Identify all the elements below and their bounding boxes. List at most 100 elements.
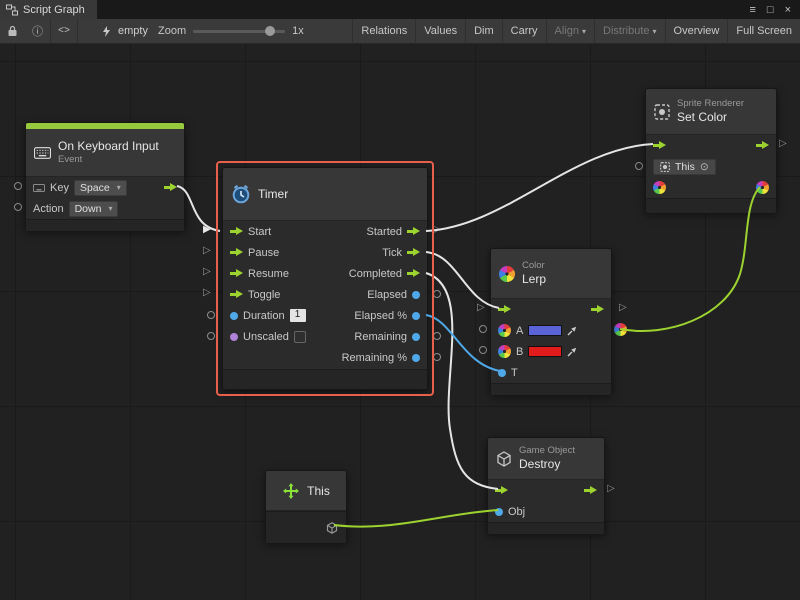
a-label: A [516,325,523,337]
flow-input-arrow-icon[interactable] [653,141,666,150]
obj-label: Obj [508,506,525,518]
color-input-port[interactable] [498,324,511,337]
window-menu-icon[interactable]: ≡ [749,4,755,16]
node-on-keyboard-input[interactable]: On Keyboard Input Event Key Space▾ Actio… [25,122,185,230]
port-lerp-b-input[interactable] [479,346,487,354]
port-key-input[interactable] [14,182,22,190]
port-action-input[interactable] [14,203,22,211]
node-header: On Keyboard Input Event [26,129,184,177]
value-input-port[interactable] [495,508,503,516]
key-dropdown[interactable]: Space▾ [74,180,127,196]
target-field[interactable]: This ⊙ [653,159,716,175]
node-this[interactable]: This [265,470,347,542]
color-port[interactable] [756,181,769,194]
info-icon[interactable]: ⓘ [25,19,50,44]
flow-input-arrow-icon[interactable] [230,248,243,257]
port-toggle-input[interactable]: ▷ [203,288,211,298]
flow-input-arrow-icon[interactable] [230,227,243,236]
wire-started-to-setcolor[interactable] [426,144,653,231]
overview-button[interactable]: Overview [665,19,728,44]
port-lerp-a-input[interactable] [479,325,487,333]
color-swatch-b[interactable] [528,346,562,357]
value-output-port[interactable] [412,354,420,362]
port-duration-input[interactable] [207,311,215,319]
value-output-port[interactable] [412,333,420,341]
port-unscaled-input[interactable] [207,332,215,340]
node-title: On Keyboard Input [58,139,159,154]
node-destroy[interactable]: Game Object Destroy Obj [487,437,605,533]
script-graph-icon [6,4,18,16]
zoom-slider-handle[interactable] [265,26,275,36]
action-dropdown[interactable]: Down▾ [69,201,119,217]
move-arrows-icon [282,482,300,500]
remaining-pct-label: Remaining % [342,352,407,364]
port-lerp-color-output[interactable] [614,323,627,336]
graph-canvas[interactable]: ▶ ▷ ▷ ▷ ▷ ▷ ▷ ▷ ▷ On Keyboard Input Even… [0,44,800,600]
node-color-lerp[interactable]: Color Lerp A B T [490,248,612,394]
elapsed-pct-label: Elapsed % [354,310,407,322]
dim-button[interactable]: Dim [465,19,502,44]
flow-output-arrow-icon[interactable] [591,305,604,314]
color-swatch-a[interactable] [528,325,562,336]
code-icon[interactable]: <> [51,19,77,44]
port-destroy-flow-output[interactable]: ▷ [607,484,615,494]
zoom-slider[interactable] [193,30,285,33]
value-output-port[interactable] [412,312,420,320]
duration-field[interactable]: 1 [290,309,306,322]
value-output-port[interactable] [412,291,420,299]
wire-tick-to-lerp[interactable] [426,252,499,308]
node-footer [646,198,776,213]
flow-output-arrow-icon[interactable] [407,269,420,278]
port-remainingpct-output[interactable] [433,353,441,361]
object-picker-icon[interactable]: ⊙ [700,161,709,173]
window-close-icon[interactable]: × [785,4,791,16]
lock-icon[interactable] [0,19,25,44]
values-button[interactable]: Values [415,19,465,44]
flow-input-arrow-icon[interactable] [230,290,243,299]
bool-input-port[interactable] [230,333,238,341]
carry-button[interactable]: Carry [502,19,546,44]
port-remaining-output[interactable] [433,332,441,340]
port-setcolor-flow-output[interactable]: ▷ [779,139,787,149]
fullscreen-button[interactable]: Full Screen [727,19,800,44]
port-start-connected-icon[interactable]: ▶ [203,225,211,235]
flow-input-arrow-icon[interactable] [495,486,508,495]
node-timer[interactable]: Timer Start Started Pause Tick Resume Co… [222,167,428,390]
relations-button[interactable]: Relations [352,19,415,44]
color-input-port[interactable] [653,181,666,194]
port-resume-input[interactable]: ▷ [203,267,211,277]
node-header: Color Lerp [491,249,611,299]
toggle-label: Toggle [248,289,280,301]
value-input-port[interactable] [230,312,238,320]
tab-script-graph[interactable]: Script Graph [0,0,97,19]
eyedropper-icon[interactable] [567,326,577,336]
distribute-button[interactable]: Distribute▾ [594,19,664,44]
wire-elapsedpct-to-t[interactable] [426,315,500,371]
eyedropper-icon[interactable] [567,347,577,357]
port-started-output[interactable]: ▷ [433,225,441,235]
color-input-port[interactable] [498,345,511,358]
node-footer [491,383,611,395]
unscaled-checkbox[interactable] [294,331,306,343]
value-input-port[interactable] [498,369,506,377]
action-label: Action [33,203,64,215]
toolbar-buttons: Relations Values Dim Carry Align▾ Distri… [352,19,800,44]
port-pause-input[interactable]: ▷ [203,246,211,256]
self-output-port[interactable] [326,522,338,534]
flow-input-arrow-icon[interactable] [230,269,243,278]
port-lerp-flow-output[interactable]: ▷ [619,303,627,313]
port-setcolor-target-input[interactable] [635,162,643,170]
port-lerp-flow-input[interactable]: ▷ [477,303,485,313]
flow-output-arrow-icon[interactable] [407,227,420,236]
flow-output-arrow-icon[interactable] [407,248,420,257]
flow-input-arrow-icon[interactable] [498,305,511,314]
port-elapsed-output[interactable] [433,290,441,298]
node-set-color[interactable]: Sprite Renderer Set Color This ⊙ [645,88,777,212]
wire-this-to-obj[interactable] [334,510,498,527]
align-button[interactable]: Align▾ [546,19,594,44]
window-maximize-icon[interactable]: □ [767,4,774,16]
graph-name-label[interactable]: empty [118,25,148,37]
flow-output-arrow-icon[interactable] [584,486,597,495]
flow-output-arrow-icon[interactable] [756,141,769,150]
flow-output-arrow-icon[interactable] [164,183,177,192]
